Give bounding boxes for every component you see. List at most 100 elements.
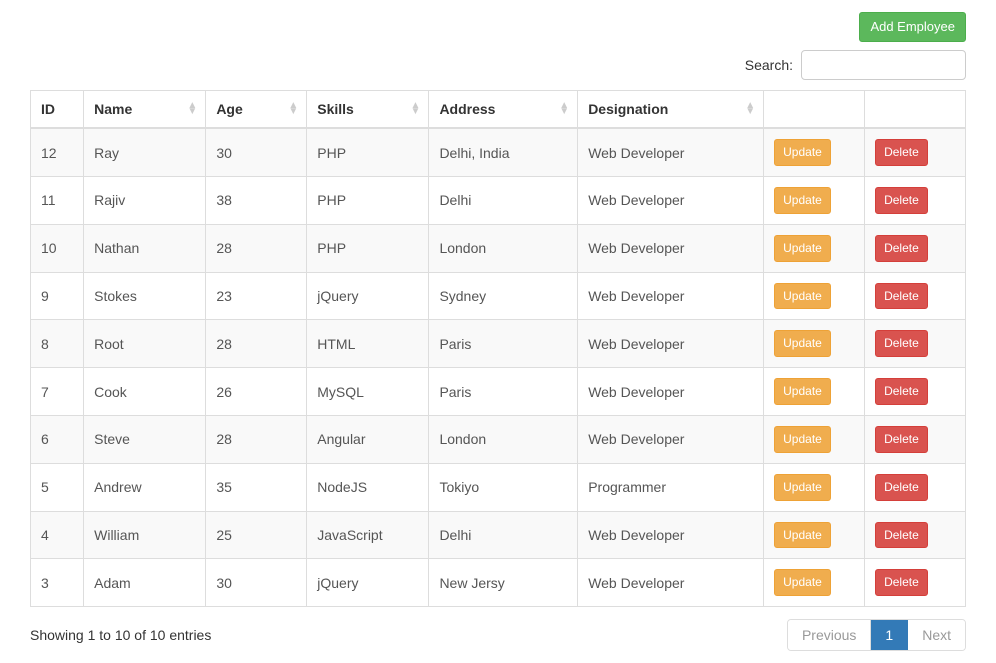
cell-id: 5 [31, 463, 84, 511]
cell-age: 30 [206, 128, 307, 176]
cell-delete: Delete [865, 463, 966, 511]
cell-age: 28 [206, 415, 307, 463]
cell-update: Update [764, 320, 865, 368]
cell-id: 4 [31, 511, 84, 559]
update-button[interactable]: Update [774, 474, 831, 501]
cell-address: Tokiyo [429, 463, 578, 511]
cell-age: 35 [206, 463, 307, 511]
cell-age: 26 [206, 368, 307, 416]
col-header-update [764, 91, 865, 129]
col-header-name[interactable]: Name ▲▼ [84, 91, 206, 129]
cell-skills: PHP [307, 176, 429, 224]
cell-designation: Web Developer [578, 176, 764, 224]
col-header-skills[interactable]: Skills ▲▼ [307, 91, 429, 129]
col-header-delete [865, 91, 966, 129]
table-row: 11Rajiv38PHPDelhiWeb DeveloperUpdateDele… [31, 176, 966, 224]
cell-designation: Web Developer [578, 511, 764, 559]
table-row: 6Steve28AngularLondonWeb DeveloperUpdate… [31, 415, 966, 463]
cell-designation: Web Developer [578, 128, 764, 176]
cell-designation: Web Developer [578, 224, 764, 272]
col-header-address[interactable]: Address ▲▼ [429, 91, 578, 129]
table-row: 5Andrew35NodeJSTokiyoProgrammerUpdateDel… [31, 463, 966, 511]
cell-name: Ray [84, 128, 206, 176]
cell-name: Root [84, 320, 206, 368]
table-row: 10Nathan28PHPLondonWeb DeveloperUpdateDe… [31, 224, 966, 272]
col-header-name-label: Name [94, 101, 132, 117]
col-header-id-label: ID [41, 101, 55, 117]
cell-address: London [429, 415, 578, 463]
update-button[interactable]: Update [774, 235, 831, 262]
cell-name: William [84, 511, 206, 559]
cell-id: 12 [31, 128, 84, 176]
page-1-button[interactable]: 1 [871, 620, 908, 650]
cell-id: 7 [31, 368, 84, 416]
update-button[interactable]: Update [774, 187, 831, 214]
cell-address: Paris [429, 368, 578, 416]
cell-address: Sydney [429, 272, 578, 320]
cell-name: Steve [84, 415, 206, 463]
delete-button[interactable]: Delete [875, 330, 928, 357]
cell-delete: Delete [865, 224, 966, 272]
col-header-designation-label: Designation [588, 101, 668, 117]
delete-button[interactable]: Delete [875, 522, 928, 549]
cell-skills: MySQL [307, 368, 429, 416]
col-header-age[interactable]: Age ▲▼ [206, 91, 307, 129]
cell-address: Paris [429, 320, 578, 368]
add-employee-button[interactable]: Add Employee [859, 12, 966, 42]
delete-button[interactable]: Delete [875, 187, 928, 214]
next-button[interactable]: Next [908, 620, 965, 650]
update-button[interactable]: Update [774, 139, 831, 166]
cell-id: 10 [31, 224, 84, 272]
table-row: 12Ray30PHPDelhi, IndiaWeb DeveloperUpdat… [31, 128, 966, 176]
update-button[interactable]: Update [774, 426, 831, 453]
delete-button[interactable]: Delete [875, 139, 928, 166]
cell-designation: Web Developer [578, 368, 764, 416]
col-header-designation[interactable]: Designation ▲▼ [578, 91, 764, 129]
cell-name: Rajiv [84, 176, 206, 224]
update-button[interactable]: Update [774, 378, 831, 405]
update-button[interactable]: Update [774, 522, 831, 549]
cell-id: 6 [31, 415, 84, 463]
delete-button[interactable]: Delete [875, 474, 928, 501]
search-input[interactable] [801, 50, 966, 80]
pagination: Previous 1 Next [787, 619, 966, 651]
cell-skills: JavaScript [307, 511, 429, 559]
cell-address: Delhi [429, 511, 578, 559]
cell-designation: Web Developer [578, 320, 764, 368]
cell-age: 28 [206, 320, 307, 368]
cell-update: Update [764, 224, 865, 272]
sort-icon: ▲▼ [288, 103, 298, 115]
cell-age: 23 [206, 272, 307, 320]
delete-button[interactable]: Delete [875, 378, 928, 405]
cell-update: Update [764, 511, 865, 559]
update-button[interactable]: Update [774, 330, 831, 357]
cell-name: Cook [84, 368, 206, 416]
cell-address: Delhi [429, 176, 578, 224]
cell-id: 11 [31, 176, 84, 224]
cell-age: 28 [206, 224, 307, 272]
employee-table: ID Name ▲▼ Age ▲▼ Skills ▲▼ Address ▲▼ D… [30, 90, 966, 607]
update-button[interactable]: Update [774, 283, 831, 310]
cell-update: Update [764, 368, 865, 416]
cell-id: 9 [31, 272, 84, 320]
delete-button[interactable]: Delete [875, 283, 928, 310]
cell-id: 8 [31, 320, 84, 368]
delete-button[interactable]: Delete [875, 426, 928, 453]
col-header-address-label: Address [439, 101, 495, 117]
sort-icon: ▲▼ [745, 103, 755, 115]
prev-button[interactable]: Previous [788, 620, 871, 650]
cell-address: London [429, 224, 578, 272]
cell-designation: Web Developer [578, 415, 764, 463]
cell-delete: Delete [865, 272, 966, 320]
table-row: 7Cook26MySQLParisWeb Developer Update Dele… [31, 368, 966, 416]
table-info: Showing 1 to 10 of 10 entries [30, 627, 211, 643]
cell-update: Update [764, 415, 865, 463]
col-header-id[interactable]: ID [31, 91, 84, 129]
cell-skills: NodeJS [307, 463, 429, 511]
cell-update: Update [764, 463, 865, 511]
col-header-age-label: Age [216, 101, 242, 117]
delete-button[interactable]: Delete [875, 235, 928, 262]
cell-age: 25 [206, 511, 307, 559]
table-header-row: ID Name ▲▼ Age ▲▼ Skills ▲▼ Address ▲▼ D… [31, 91, 966, 129]
cell-designation: Web Developer [578, 272, 764, 320]
